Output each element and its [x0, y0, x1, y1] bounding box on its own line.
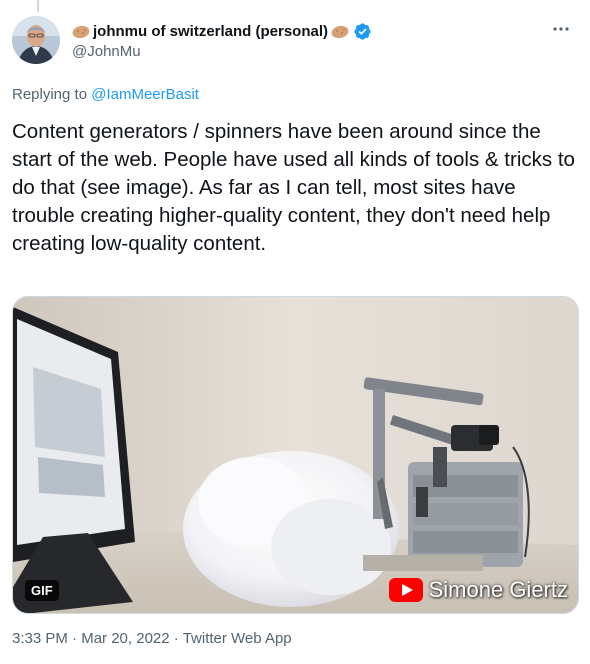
more-options-icon [553, 27, 569, 31]
verified-badge-icon [354, 23, 371, 40]
tweet-source: Twitter Web App [182, 630, 292, 647]
avatar[interactable] [12, 16, 60, 64]
tweet-text: Content generators / spinners have been … [12, 120, 575, 255]
thread-connector-line [37, 0, 39, 12]
reply-context: Replying to @IamMeerBasit [12, 86, 199, 103]
tweet-metadata: 3:33 PM · Mar 20, 2022 · Twitter Web App [12, 630, 292, 647]
youtube-logo-icon [388, 578, 423, 602]
watermark-text: Simone Giertz [428, 577, 568, 602]
tweet-media-gif[interactable]: GIF Simone Giertz [12, 296, 579, 614]
potato-emoji-icon [331, 25, 349, 38]
tweet-time[interactable]: 3:33 PM [12, 630, 68, 647]
youtube-watermark: Simone Giertz [388, 577, 568, 603]
tweet-date[interactable]: Mar 20, 2022 [81, 630, 169, 647]
gif-frame-image [13, 297, 578, 613]
author-display-name[interactable]: johnmu of switzerland (personal) [93, 23, 328, 40]
reply-prefix: Replying to [12, 86, 88, 103]
meta-separator: · [173, 630, 179, 647]
meta-separator: · [72, 630, 78, 647]
reply-target-link[interactable]: @IamMeerBasit [91, 86, 199, 103]
gif-badge: GIF [25, 580, 59, 601]
author-handle[interactable]: @JohnMu [72, 43, 141, 60]
author-name-row[interactable]: johnmu of switzerland (personal) [72, 22, 372, 41]
more-options-button[interactable] [550, 18, 572, 40]
potato-emoji-icon [72, 25, 90, 38]
